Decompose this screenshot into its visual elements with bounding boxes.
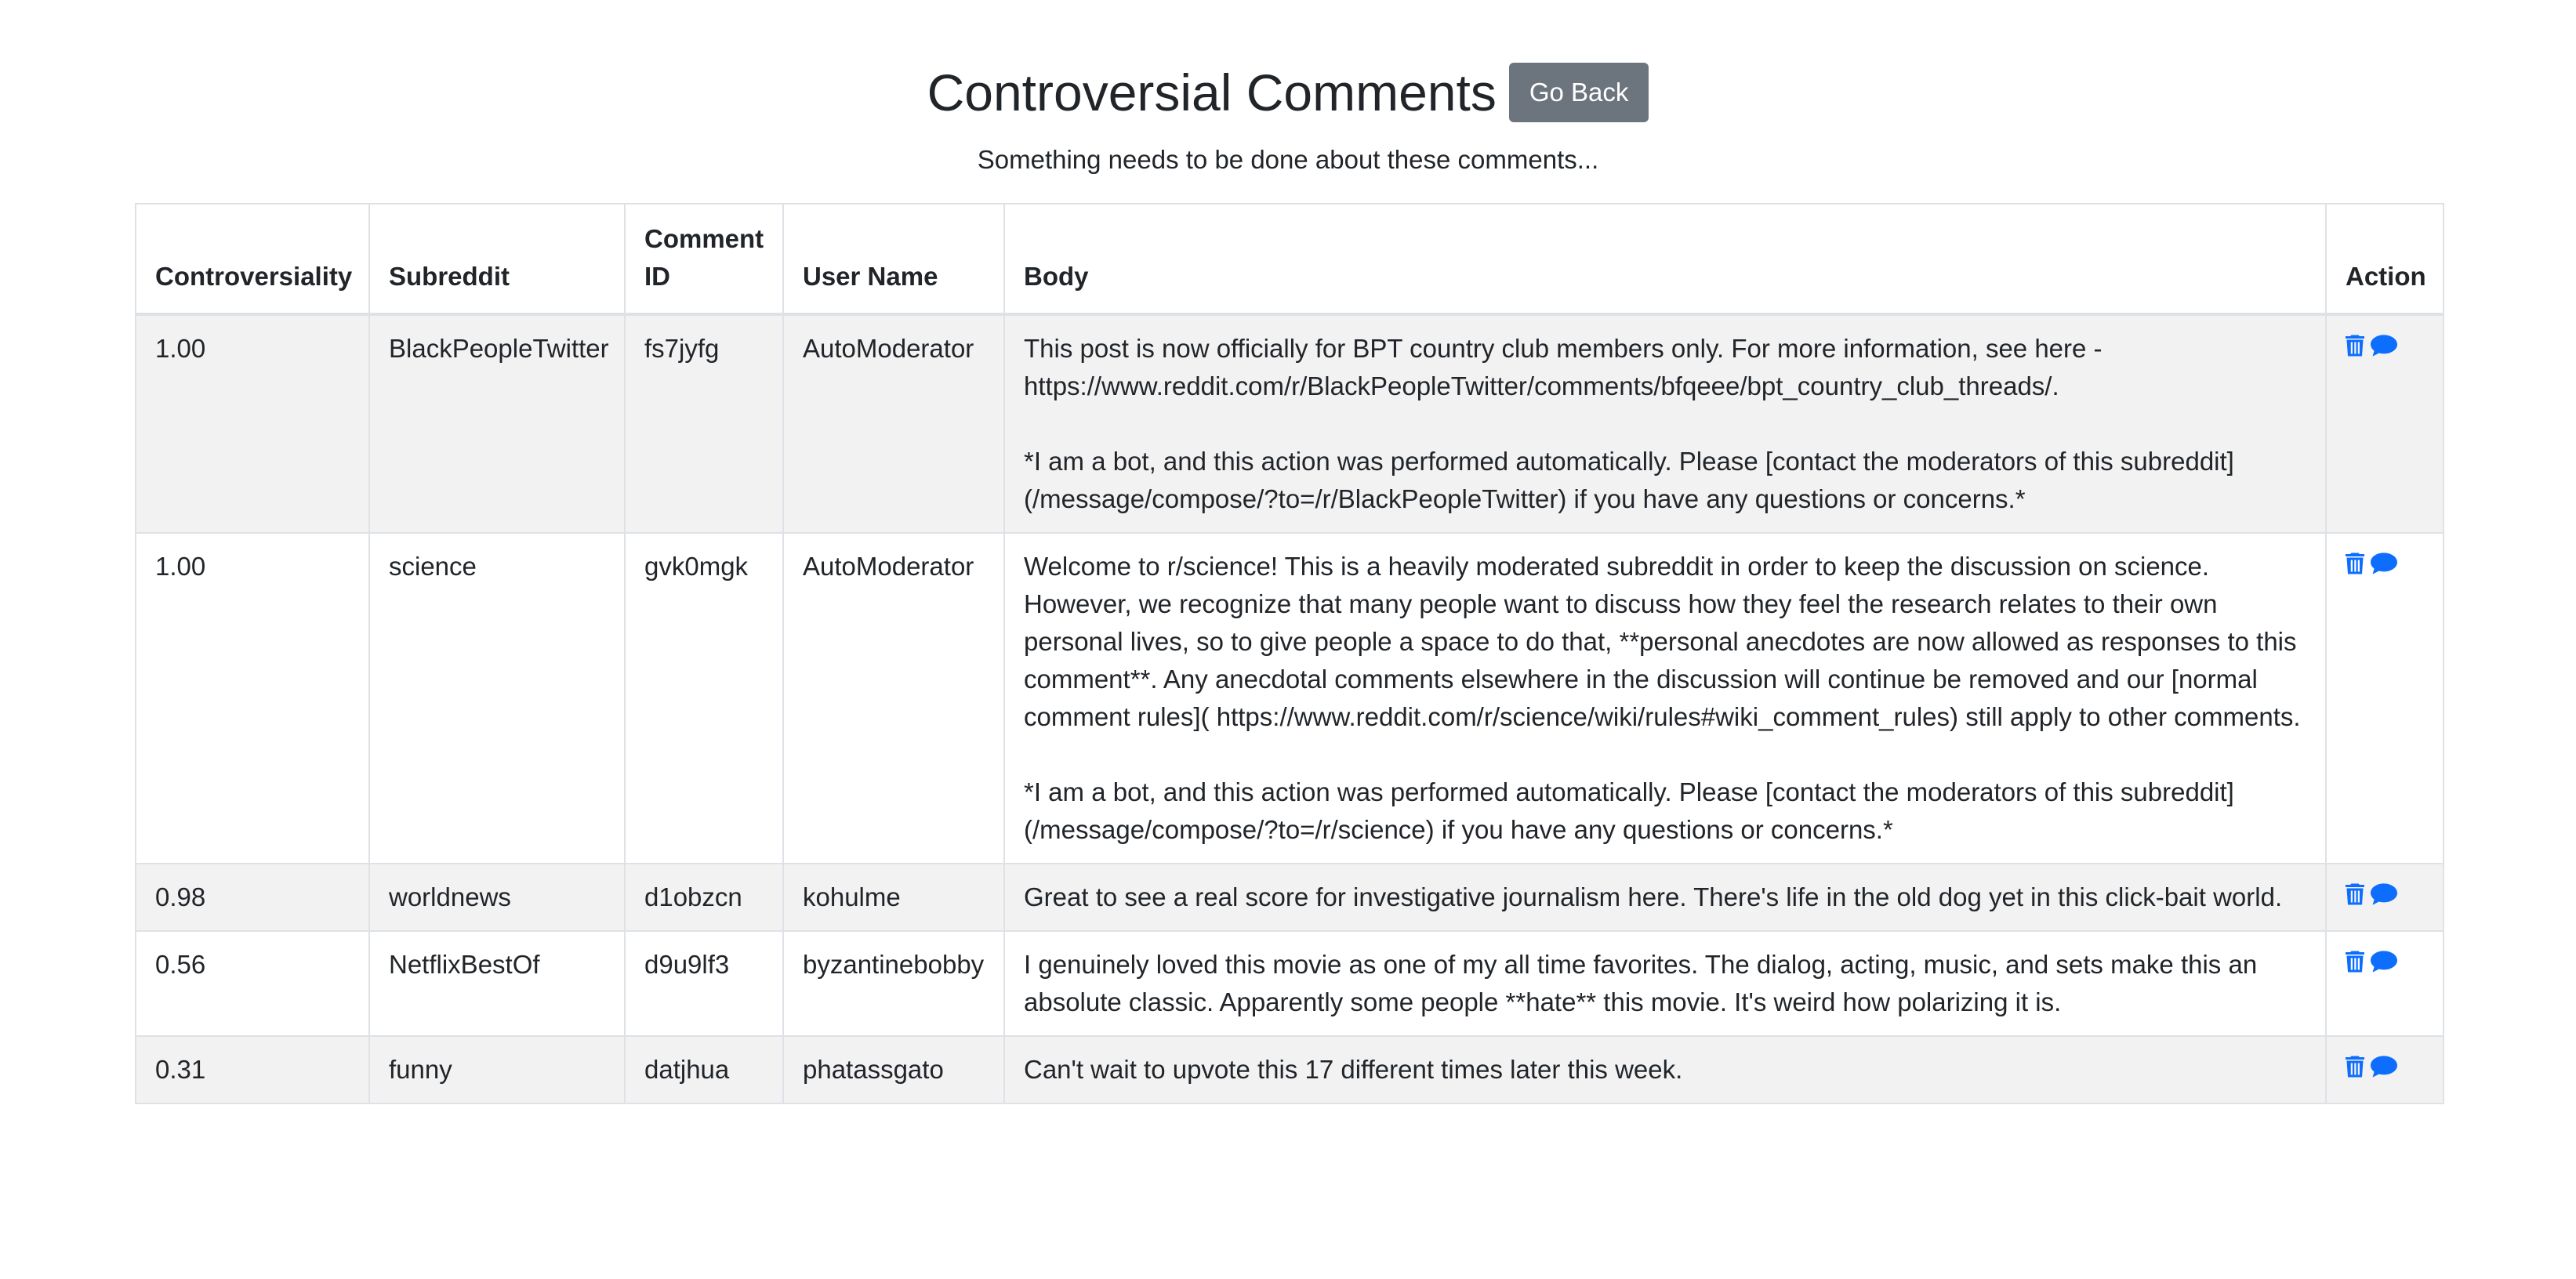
action-cell xyxy=(2325,1035,2444,1104)
controversiality-cell: 1.00 xyxy=(135,313,370,534)
action-buttons xyxy=(2346,1051,2424,1078)
action-buttons xyxy=(2346,946,2424,973)
comment-icon[interactable] xyxy=(2371,883,2397,905)
body-cell: Great to see a real score for investigat… xyxy=(1003,863,2327,932)
trash-icon[interactable] xyxy=(2346,951,2364,973)
page-subtitle: Something needs to be done about these c… xyxy=(977,145,1599,174)
go-back-button[interactable]: Go Back xyxy=(1508,63,1649,122)
body-cell: This post is now officially for BPT coun… xyxy=(1003,313,2327,534)
trash-icon[interactable] xyxy=(2346,335,2364,357)
user-name-cell: phatassgato xyxy=(782,1035,1005,1104)
table-row: 1.00 science gvk0mgk AutoModerator Welco… xyxy=(135,532,2444,864)
controversiality-cell: 0.31 xyxy=(135,1035,370,1104)
subreddit-cell: funny xyxy=(368,1035,626,1104)
body-cell: Welcome to r/science! This is a heavily … xyxy=(1003,532,2327,864)
user-name-cell: byzantinebobby xyxy=(782,930,1005,1037)
comment-id-cell: gvk0mgk xyxy=(624,532,784,864)
user-name-cell: kohulme xyxy=(782,863,1005,932)
column-header-body: Body xyxy=(1003,203,2327,316)
action-cell xyxy=(2325,930,2444,1037)
action-buttons xyxy=(2346,879,2424,905)
comment-icon[interactable] xyxy=(2371,1056,2397,1078)
controversiality-cell: 1.00 xyxy=(135,532,370,864)
controversiality-cell: 0.56 xyxy=(135,930,370,1037)
action-buttons xyxy=(2346,548,2424,574)
user-name-cell: AutoModerator xyxy=(782,313,1005,534)
body-cell: Can't wait to upvote this 17 different t… xyxy=(1003,1035,2327,1104)
trash-icon[interactable] xyxy=(2346,883,2364,905)
comment-id-cell: datjhua xyxy=(624,1035,784,1104)
column-header-subreddit: Subreddit xyxy=(368,203,626,316)
user-name-cell: AutoModerator xyxy=(782,532,1005,864)
table-row: 0.31 funny datjhua phatassgato Can't wai… xyxy=(135,1035,2444,1104)
comment-icon[interactable] xyxy=(2371,335,2397,357)
page-title: Controversial Comments xyxy=(927,63,1497,121)
body-cell: I genuinely loved this movie as one of m… xyxy=(1003,930,2327,1037)
subreddit-cell: BlackPeopleTwitter xyxy=(368,313,626,534)
table-row: 1.00 BlackPeopleTwitter fs7jyfg AutoMode… xyxy=(135,313,2444,534)
page: Controversial Comments Go Back Something… xyxy=(0,0,2576,1279)
column-header-user-name: User Name xyxy=(782,203,1005,316)
page-header: Controversial Comments Go Back xyxy=(0,61,2576,124)
comment-id-cell: fs7jyfg xyxy=(624,313,784,534)
column-header-action: Action xyxy=(2325,203,2444,316)
subreddit-cell: science xyxy=(368,532,626,864)
action-cell xyxy=(2325,313,2444,534)
controversiality-cell: 0.98 xyxy=(135,863,370,932)
table-row: 0.98 worldnews d1obzcn kohulme Great to … xyxy=(135,863,2444,932)
comment-id-cell: d1obzcn xyxy=(624,863,784,932)
comment-id-cell: d9u9lf3 xyxy=(624,930,784,1037)
action-buttons xyxy=(2346,330,2424,357)
action-cell xyxy=(2325,532,2444,864)
comment-icon[interactable] xyxy=(2371,553,2397,574)
comments-table-container: Controversiality Subreddit Comment ID Us… xyxy=(135,203,2444,1104)
column-header-controversiality: Controversiality xyxy=(135,203,370,316)
action-cell xyxy=(2325,863,2444,932)
subreddit-cell: NetflixBestOf xyxy=(368,930,626,1037)
table-header-row: Controversiality Subreddit Comment ID Us… xyxy=(135,203,2444,316)
trash-icon[interactable] xyxy=(2346,553,2364,574)
column-header-comment-id: Comment ID xyxy=(624,203,784,316)
comments-table: Controversiality Subreddit Comment ID Us… xyxy=(135,203,2444,1104)
table-row: 0.56 NetflixBestOf d9u9lf3 byzantinebobb… xyxy=(135,930,2444,1037)
trash-icon[interactable] xyxy=(2346,1056,2364,1078)
comment-icon[interactable] xyxy=(2371,951,2397,973)
subreddit-cell: worldnews xyxy=(368,863,626,932)
